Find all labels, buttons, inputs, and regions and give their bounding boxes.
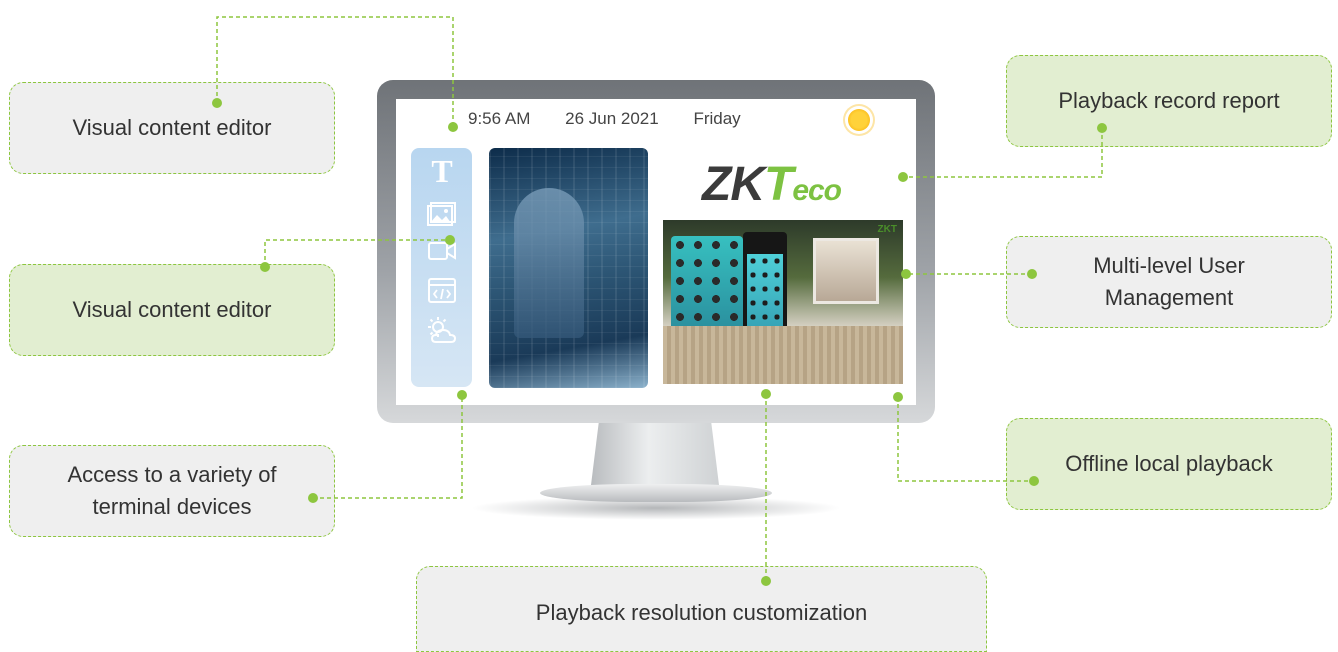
showroom-wall-display [671,236,743,330]
monitor-screen: 9:56 AM 26 Jun 2021 Friday T ZKTeco ZKT [396,99,916,405]
callout-text: Access to a variety of terminal devices [67,462,277,519]
weather-icon[interactable] [427,316,457,346]
zkteco-logo: ZKTeco [702,158,842,211]
callout-visual-content-editor-top: Visual content editor [9,82,335,174]
web-code-icon[interactable] [427,276,457,306]
business-collage-image [489,148,648,388]
showroom-panel [813,238,879,304]
connector-dot [901,269,911,279]
showroom-image: ZKT [663,220,903,384]
callout-offline-local-playback: Offline local playback [1006,418,1332,510]
connector-dot [445,235,455,245]
connector-dot [898,172,908,182]
connector-dot [448,122,458,132]
connector-dot [761,389,771,399]
connector-dot [1027,269,1037,279]
callout-text: Visual content editor [72,297,272,323]
callout-text: Offline local playback [1065,451,1273,477]
editor-sidebar: T [411,148,472,387]
callout-text: Multi-level User Management [1093,253,1245,310]
image-figure [514,188,584,338]
connector-dot [260,262,270,272]
connector-dot [308,493,318,503]
monitor-neck [591,423,719,485]
callout-text: Visual content editor [72,115,272,141]
callout-playback-record-report: Playback record report [1006,55,1332,147]
showroom-counter [663,326,903,384]
monitor-base [540,484,772,502]
time-text: 9:56 AM [468,109,531,128]
callout-text: Playback resolution customization [535,600,868,626]
connector-dot [1029,476,1039,486]
showroom-badge: ZKT [877,224,897,235]
day-text: Friday [693,109,741,128]
image-icon[interactable] [427,199,457,229]
text-icon[interactable]: T [427,155,457,187]
connector-dot [1097,123,1107,133]
callout-access-terminal-devices: Access to a variety of terminal devices [9,445,335,537]
connector-dot [212,98,222,108]
connector-dot [761,576,771,586]
sun-icon [848,109,870,131]
callout-multi-level-user: Multi-level User Management [1006,236,1332,328]
callout-visual-content-editor: Visual content editor [9,264,335,356]
status-bar: 9:56 AM 26 Jun 2021 Friday [468,109,771,129]
connector-dot [893,392,903,402]
connector-dot [457,390,467,400]
date-text: 26 Jun 2021 [565,109,659,128]
callout-text: Playback record report [1058,88,1280,114]
callout-playback-resolution: Playback resolution customization [416,566,987,652]
